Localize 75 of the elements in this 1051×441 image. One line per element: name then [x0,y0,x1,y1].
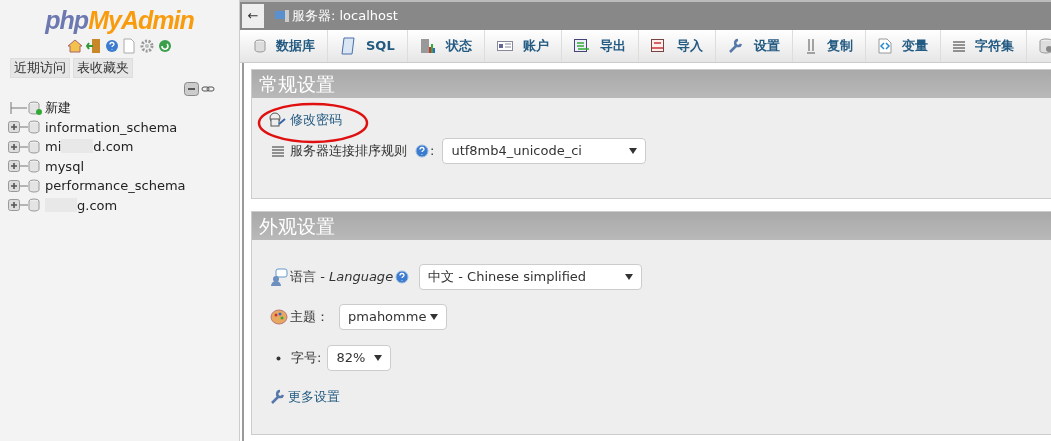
scroll-icon [340,37,356,55]
dropdown-caret-icon [374,355,383,361]
help-icon[interactable] [105,38,119,54]
menu-tab[interactable]: 变量 [865,30,941,62]
sidebar-tab[interactable]: 表收藏夹 [73,58,133,78]
breadcrumb[interactable]: 服务器: localhost [292,6,398,26]
dropdown-caret-icon [625,274,634,280]
export-icon [573,39,590,53]
theme-select[interactable]: pmahomme [339,304,447,330]
engine-icon [1038,38,1051,54]
database-icon [254,39,266,53]
wrench-icon [727,38,744,54]
menu-tab[interactable]: SQL [328,30,408,62]
expand-icon[interactable] [8,140,20,153]
database-icon [28,139,40,154]
menu-tab[interactable]: 复制 [792,30,866,62]
more-settings-link[interactable]: 更多设置 [288,387,340,407]
settings-icon[interactable] [139,38,155,54]
tree-item[interactable]: 新建 [45,98,71,118]
home-icon[interactable] [67,38,83,54]
collation-select[interactable]: utf8mb4_unicode_ci [442,137,647,164]
menu-tab[interactable]: 数据库 [242,30,328,62]
reload-icon[interactable] [158,38,172,54]
colon: : [430,141,435,160]
font-size-select[interactable]: 82% [327,345,392,371]
panel-title: 常规设置 [252,70,1051,98]
font-size-label: 字号: [291,349,322,368]
database-icon [28,120,40,135]
menu-tab[interactable]: 导出 [561,30,639,62]
expand-icon[interactable] [8,160,20,173]
tree-item[interactable]: information_schema [45,117,178,137]
back-button[interactable]: ← [242,4,264,28]
menu-tab[interactable]: 账户 [484,30,562,62]
expand-icon[interactable] [8,199,20,212]
tree-item[interactable]: performance_schema [45,176,186,196]
tree-item[interactable]: mi d.com [45,137,134,157]
collapse-icon[interactable] [184,82,199,96]
collation-label: 服务器连接排序规则 [290,141,407,160]
chart-icon [419,38,436,54]
id-card-icon [496,41,513,51]
language-label: 语言 - Language [290,268,394,287]
list-icon [952,40,965,52]
theme-label: 主题： [290,308,329,327]
language-icon [270,268,288,286]
database-icon [28,198,40,213]
replicate-icon [804,38,817,54]
menu-tab[interactable]: 导入 [638,30,716,62]
help-icon[interactable] [415,143,429,158]
tree-item[interactable]: g.com [45,195,118,215]
help-icon[interactable] [395,270,410,284]
language-select[interactable]: 中文 - Chinese simplified [419,264,643,290]
expand-icon[interactable] [8,121,20,134]
server-icon [274,9,290,23]
menu-tab[interactable]: 状态 [407,30,485,62]
tree-line-icon [8,101,28,114]
menu-tab[interactable]: 设置 [715,30,793,62]
panel-title: 外观设置 [252,212,1051,240]
database-icon [28,159,40,174]
dropdown-caret-icon [629,147,638,154]
lock-edit-icon [268,111,286,128]
tree-item[interactable]: mysql [45,156,84,176]
palette-icon [270,309,288,325]
logo: phpMyAdmin [43,5,195,36]
new-database-icon[interactable] [28,100,42,115]
bullet-icon [276,355,281,361]
expand-icon[interactable] [8,179,20,192]
sidebar-tab[interactable]: 近期访问 [10,58,70,78]
variables-icon [877,38,892,54]
exit-door-icon[interactable] [86,38,102,54]
database-icon [28,178,40,193]
menu-tab[interactable]: 字符集 [940,30,1027,62]
list-icon [272,144,284,157]
dropdown-caret-icon [430,314,438,320]
import-icon [650,39,667,53]
wrench-icon [270,388,286,405]
